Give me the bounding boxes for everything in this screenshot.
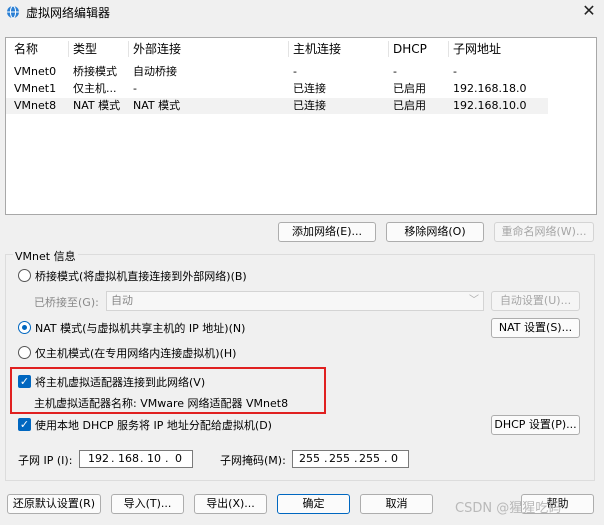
bridged-mode-label[interactable]: 桥接模式(将虚拟机直接连接到外部网络)(B): [35, 268, 247, 284]
cell-external: NAT 模式: [133, 99, 181, 112]
remove-network-button[interactable]: 移除网络(O): [386, 222, 484, 242]
cell-subnet: -: [453, 65, 457, 78]
window-title: 虚拟网络编辑器: [26, 6, 111, 20]
nat-mode-label[interactable]: NAT 模式(与虚拟机共享主机的 IP 地址)(N): [35, 320, 245, 336]
close-icon[interactable]: ✕: [580, 2, 598, 20]
vmnet-info-label: VMnet 信息: [13, 248, 78, 264]
chevron-down-icon: ﹀: [469, 295, 479, 306]
cell-host: -: [293, 65, 297, 78]
cell-host: 已连接: [293, 99, 326, 112]
subnet-ip-input[interactable]: 192 . 168 . 10 . 0: [79, 450, 193, 468]
nat-mode-radio[interactable]: [18, 321, 31, 334]
subnet-mask-input[interactable]: 255 . 255 . 255 . 0: [292, 450, 409, 468]
cell-dhcp: 已启用: [393, 99, 426, 112]
column-header-type[interactable]: 类型: [69, 38, 97, 60]
rename-network-button[interactable]: 重命名网络(W)...: [494, 222, 594, 242]
mask-octet-1: 255: [299, 452, 320, 465]
column-header-external[interactable]: 外部连接: [129, 38, 181, 60]
ip-octet-3: 10: [147, 452, 161, 465]
column-header-dhcp[interactable]: DHCP: [389, 38, 427, 60]
ok-button[interactable]: 确定: [277, 494, 350, 514]
mask-octet-4: 0: [391, 452, 398, 465]
table-row[interactable]: VMnet0 桥接模式 自动桥接 - - -: [6, 64, 548, 80]
export-button[interactable]: 导出(X)...: [194, 494, 267, 514]
cell-host: 已连接: [293, 82, 326, 95]
cell-type: 仅主机...: [73, 82, 117, 95]
cell-type: NAT 模式: [73, 99, 121, 112]
connect-adapter-label[interactable]: 将主机虚拟适配器连接到此网络(V): [35, 374, 205, 390]
add-network-button[interactable]: 添加网络(E)...: [278, 222, 376, 242]
auto-settings-button[interactable]: 自动设置(U)...: [491, 291, 580, 311]
cancel-button[interactable]: 取消: [360, 494, 433, 514]
network-editor-icon: [7, 5, 19, 19]
host-only-radio[interactable]: [18, 346, 31, 359]
ip-octet-4: 0: [175, 452, 182, 465]
subnet-mask-label: 子网掩码(M):: [220, 454, 286, 467]
connect-adapter-checkbox[interactable]: ✓: [18, 375, 31, 388]
mask-octet-3: 255: [359, 452, 380, 465]
table-row[interactable]: VMnet1 仅主机... - 已连接 已启用 192.168.18.0: [6, 81, 548, 97]
cell-external: 自动桥接: [133, 65, 177, 78]
cell-subnet: 192.168.18.0: [453, 82, 527, 95]
column-header-name[interactable]: 名称: [10, 38, 38, 60]
cell-dhcp: -: [393, 65, 397, 78]
watermark: CSDN @猩猩吃码: [455, 501, 562, 516]
subnet-ip-label: 子网 IP (I):: [18, 454, 73, 467]
cell-name: VMnet0: [14, 65, 57, 78]
cell-external: -: [133, 82, 137, 95]
mask-octet-2: 255: [329, 452, 350, 465]
dhcp-label[interactable]: 使用本地 DHCP 服务将 IP 地址分配给虚拟机(D): [35, 417, 272, 433]
nat-settings-button[interactable]: NAT 设置(S)...: [491, 318, 580, 338]
cell-subnet: 192.168.10.0: [453, 99, 527, 112]
cell-name: VMnet1: [14, 82, 57, 95]
dhcp-checkbox[interactable]: ✓: [18, 418, 31, 431]
column-header-subnet[interactable]: 子网地址: [449, 38, 501, 60]
ip-octet-2: 168: [118, 452, 139, 465]
bridged-to-value: 自动: [111, 294, 133, 307]
column-header-host[interactable]: 主机连接: [289, 38, 341, 60]
host-only-label[interactable]: 仅主机模式(在专用网络内连接虚拟机)(H): [35, 345, 236, 361]
adapter-name-text: 主机虚拟适配器名称: VMware 网络适配器 VMnet8: [34, 397, 289, 410]
bridged-to-select[interactable]: 自动 ﹀: [106, 291, 484, 311]
bridged-mode-radio[interactable]: [18, 269, 31, 282]
title-bar: 虚拟网络编辑器 ✕: [0, 0, 604, 24]
ip-octet-1: 192: [88, 452, 109, 465]
dhcp-settings-button[interactable]: DHCP 设置(P)...: [491, 415, 580, 435]
bridged-to-label: 已桥接至(G):: [34, 296, 99, 309]
cell-type: 桥接模式: [73, 65, 117, 78]
restore-defaults-button[interactable]: 还原默认设置(R): [7, 494, 101, 514]
table-row-selected[interactable]: VMnet8 NAT 模式 NAT 模式 已连接 已启用 192.168.10.…: [6, 98, 548, 114]
network-table[interactable]: 名称 类型 外部连接 主机连接 DHCP 子网地址 VMnet0 桥接模式 自动…: [5, 37, 597, 215]
cell-dhcp: 已启用: [393, 82, 426, 95]
import-button[interactable]: 导入(T)...: [111, 494, 184, 514]
cell-name: VMnet8: [14, 99, 57, 112]
